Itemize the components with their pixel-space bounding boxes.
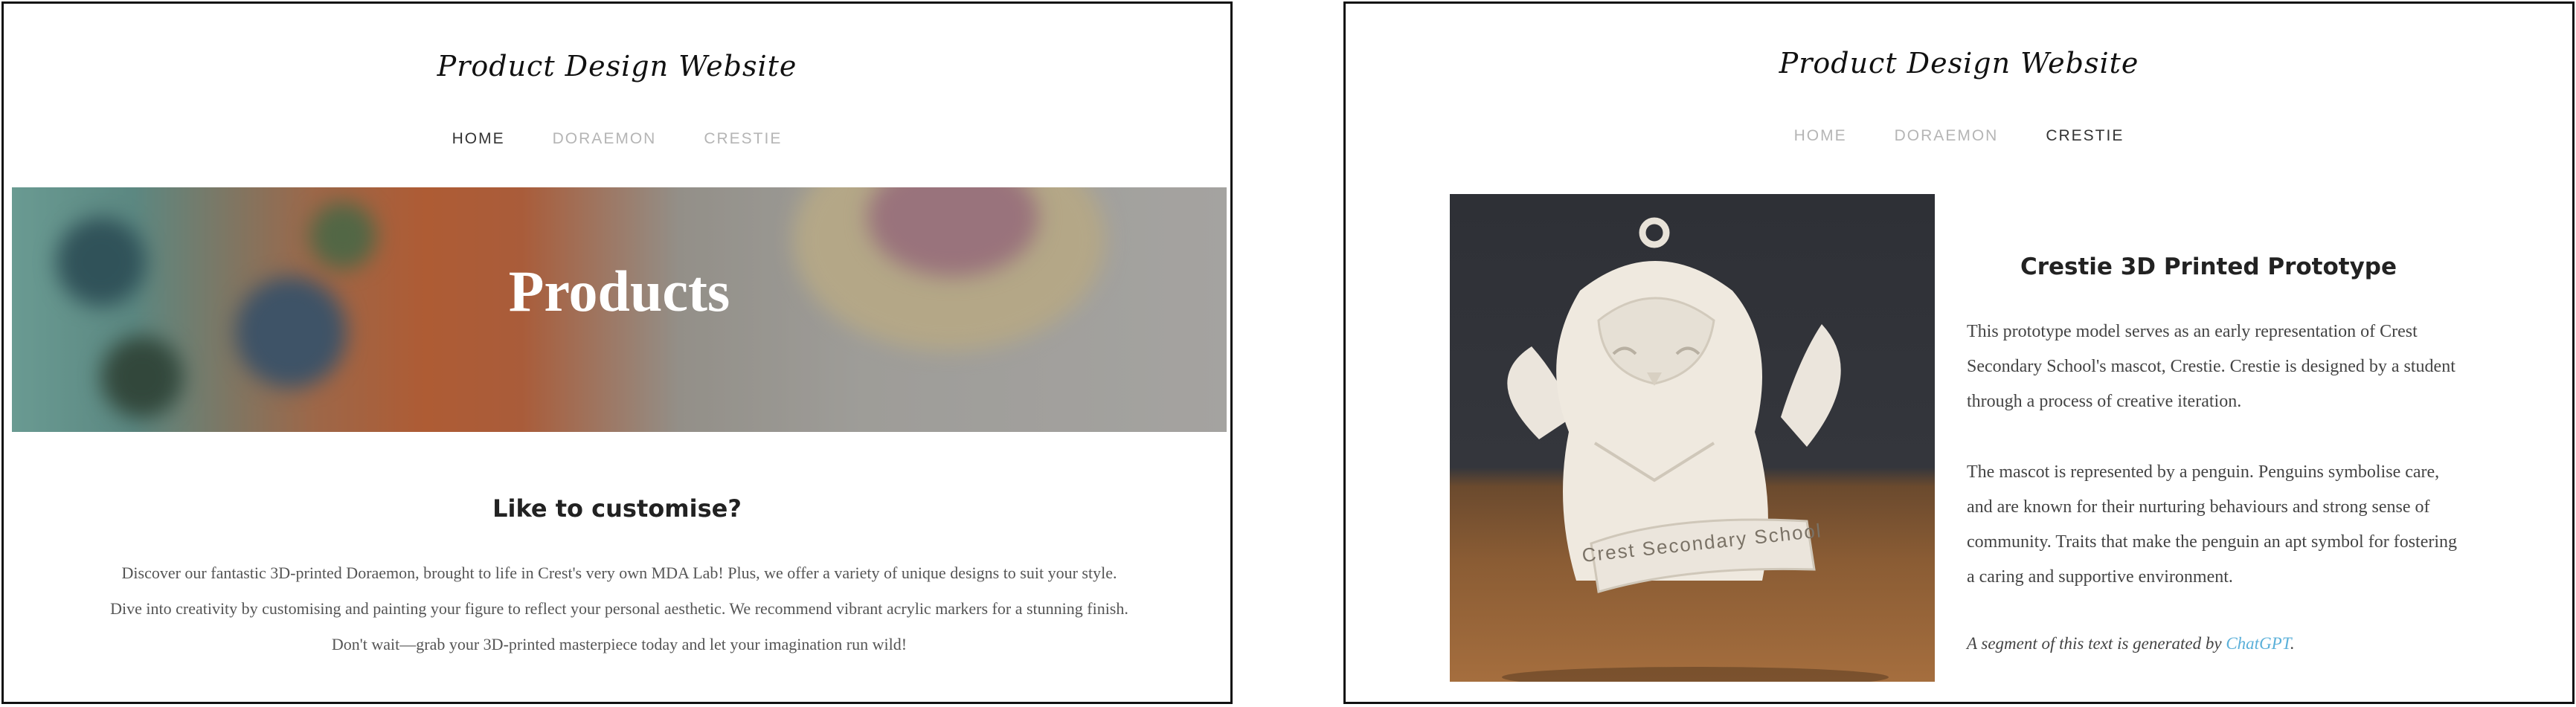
attribution-suffix: . [2290, 634, 2295, 653]
site-title[interactable]: Product Design Website [1346, 47, 2572, 80]
crestie-page-window: Product Design Website HOME DORAEMON CRE… [1343, 1, 2575, 704]
product-heading: Crestie 3D Printed Prototype [2020, 254, 2397, 280]
products-page-window: Product Design Website HOME DORAEMON CRE… [1, 1, 1233, 704]
description-paragraph-2: The mascot is represented by a penguin. … [1967, 462, 2458, 587]
nav-crestie[interactable]: CRESTIE [704, 130, 782, 148]
section-heading: Like to customise? [492, 494, 742, 523]
attribution-prefix: A segment of this text is generated by [1967, 634, 2226, 653]
nav-home[interactable]: HOME [1794, 127, 1847, 145]
nav-crestie[interactable]: CRESTIE [2046, 127, 2124, 145]
nav-home[interactable]: HOME [452, 130, 505, 148]
chatgpt-link[interactable]: ChatGPT [2226, 634, 2290, 653]
nav-doraemon[interactable]: DORAEMON [553, 130, 657, 148]
main-nav: HOME DORAEMON CRESTIE [1346, 127, 2572, 145]
hero-title: Products [508, 259, 730, 323]
intro-paragraph: Discover our fantastic 3D-printed Doraem… [110, 564, 1128, 653]
crestie-figure-image: Crest Secondary School [1502, 217, 1889, 682]
attribution-note: A segment of this text is generated by C… [1967, 634, 2295, 653]
nav-doraemon[interactable]: DORAEMON [1895, 127, 1999, 145]
main-nav: HOME DORAEMON CRESTIE [4, 130, 1230, 148]
site-title[interactable]: Product Design Website [4, 50, 1230, 83]
hero-banner: Products [12, 187, 1227, 432]
description-paragraph-1: This prototype model serves as an early … [1967, 322, 2455, 411]
crestie-prototype-photo: Crest Secondary School [1450, 194, 1935, 682]
